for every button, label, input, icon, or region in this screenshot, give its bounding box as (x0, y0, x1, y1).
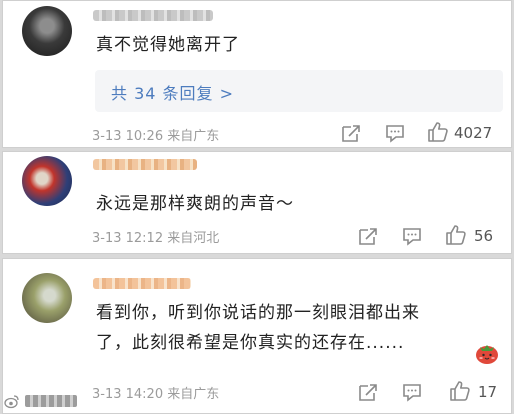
comment-time: 3-13 10:26 (92, 129, 164, 144)
thumbs-up-icon[interactable] (448, 379, 472, 403)
username-blurred[interactable] (93, 10, 213, 21)
avatar[interactable] (22, 156, 72, 206)
comment-meta: 3-13 14:20 来自广东 (92, 383, 219, 402)
share-icon[interactable] (357, 381, 379, 403)
watermark (4, 392, 84, 410)
comment-meta: 3-13 12:12 来自河北 (92, 227, 219, 246)
comment-card: 看到你，听到你说话的那一刻眼泪都出来了，此刻很希望是你真实的还存在...... (2, 258, 512, 414)
username-blurred[interactable] (93, 159, 197, 170)
thumbs-up-icon[interactable] (426, 120, 450, 144)
comment-location: 来自广东 (167, 129, 220, 144)
comment-icon[interactable] (384, 122, 406, 144)
comment-text: 看到你，听到你说话的那一刻眼泪都出来了，此刻很希望是你真实的还存在...... (96, 303, 420, 353)
comment-meta: 3-13 10:26 来自广东 (92, 125, 219, 144)
avatar[interactable] (22, 273, 72, 323)
like-count: 17 (478, 383, 498, 401)
comment-icon[interactable] (401, 381, 423, 403)
strawberry-sticker-icon (474, 341, 500, 365)
comment-text: 永远是那样爽朗的声音～ (96, 194, 294, 214)
comment-time: 3-13 12:12 (92, 231, 164, 246)
comment-card: 永远是那样爽朗的声音～ (2, 151, 512, 254)
comment-text: 真不觉得她离开了 (96, 35, 240, 55)
share-icon[interactable] (340, 122, 362, 144)
watermark-text-blurred (25, 395, 77, 407)
comment-icon[interactable] (401, 225, 423, 247)
share-icon[interactable] (357, 225, 379, 247)
comment-location: 来自广东 (167, 387, 220, 402)
avatar[interactable] (22, 6, 72, 56)
replies-link[interactable]: 共 34 条回复 > (111, 80, 234, 104)
like-count: 4027 (454, 124, 493, 142)
comment-time: 3-13 14:20 (92, 387, 164, 402)
comment-location: 来自河北 (167, 231, 220, 246)
like-count: 56 (474, 227, 494, 245)
weibo-logo-icon (4, 393, 20, 409)
replies-panel[interactable]: 共 34 条回复 > (95, 70, 503, 112)
username-blurred[interactable] (93, 278, 191, 289)
thumbs-up-icon[interactable] (444, 223, 468, 247)
